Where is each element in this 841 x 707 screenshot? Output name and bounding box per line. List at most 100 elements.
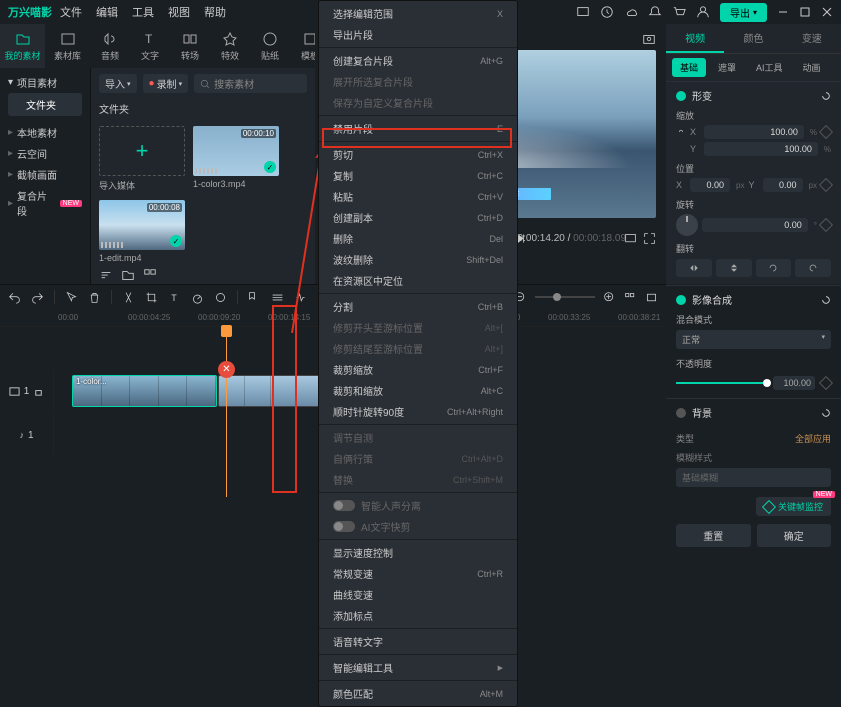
redo-icon[interactable] <box>31 291 44 304</box>
kf-icon[interactable] <box>819 376 833 390</box>
ctx-ripple-delete[interactable]: 波纹删除Shift+Del <box>319 249 517 270</box>
scale-y-input[interactable]: 100.00 <box>704 142 818 156</box>
pos-y-input[interactable]: 0.00 <box>763 178 803 192</box>
media-add[interactable]: + 导入媒体 <box>99 126 185 192</box>
import-dropdown[interactable]: 导入 ▾ <box>99 74 137 93</box>
ctx-smart-edit[interactable]: 智能编辑工具 <box>319 657 517 678</box>
fullscreen-icon[interactable] <box>643 232 656 245</box>
ctx-color-match[interactable]: 颜色匹配Alt+M <box>319 683 517 704</box>
media-item[interactable]: 00:00:08✓ 1-edit.mp4 <box>99 200 185 263</box>
track-icon[interactable] <box>271 291 284 304</box>
folder-add-icon[interactable] <box>121 268 135 282</box>
cat-project-assets[interactable]: ▾项目素材 <box>8 72 82 93</box>
opacity-value[interactable]: 100.00 <box>773 376 815 390</box>
rotate-ccw-button[interactable] <box>756 259 792 277</box>
maximize-button[interactable] <box>799 6 811 18</box>
apply-all[interactable]: 全部应用 <box>795 432 831 445</box>
marker-icon[interactable] <box>248 291 261 304</box>
cat-local[interactable]: ▸本地素材 <box>8 122 82 143</box>
ctx-cut[interactable]: 剪切Ctrl+X <box>319 144 517 165</box>
timeline-clip[interactable]: 1-color... <box>72 375 217 407</box>
zoom-slider[interactable] <box>535 296 595 298</box>
rotation-input[interactable]: 0.00 <box>702 218 808 232</box>
search-input[interactable]: 搜索素材 <box>194 74 307 93</box>
tab-stock[interactable]: 素材库 <box>45 24 90 68</box>
audio-track-head[interactable]: ♪ 1 <box>0 415 54 455</box>
fit-icon[interactable] <box>645 291 658 304</box>
audio-track-icon[interactable] <box>294 291 307 304</box>
sort-icon[interactable] <box>99 268 113 282</box>
ctx-reveal[interactable]: 在资源区中定位 <box>319 270 517 291</box>
device-icon[interactable] <box>576 5 590 19</box>
ctx-crop[interactable]: 裁剪缩放Ctrl+F <box>319 359 517 380</box>
ctx-uniform-speed[interactable]: 常规变速Ctrl+R <box>319 563 517 584</box>
ctx-create-compound[interactable]: 创建复合片段Alt+G <box>319 50 517 71</box>
kf-icon[interactable] <box>819 125 833 139</box>
menu-help[interactable]: 帮助 <box>204 4 226 20</box>
menu-view[interactable]: 视图 <box>168 4 190 20</box>
props-tab-color[interactable]: 颜色 <box>724 24 782 53</box>
flip-h-button[interactable] <box>676 259 712 277</box>
bg-toggle[interactable] <box>676 408 686 418</box>
reset-icon[interactable] <box>821 408 831 418</box>
transform-toggle[interactable] <box>676 91 686 101</box>
close-button[interactable] <box>821 6 833 18</box>
menu-tools[interactable]: 工具 <box>132 4 154 20</box>
snapshot-icon[interactable] <box>642 32 656 46</box>
ctx-paste[interactable]: 粘贴Ctrl+V <box>319 186 517 207</box>
pos-x-input[interactable]: 0.00 <box>690 178 730 192</box>
props-tab-video[interactable]: 视频 <box>666 24 724 53</box>
fuzzy-select[interactable]: 基础模糊 <box>676 468 831 487</box>
subtab-mask[interactable]: 遮罩 <box>710 58 744 77</box>
pointer-icon[interactable] <box>65 291 78 304</box>
composite-toggle[interactable] <box>676 295 686 305</box>
grid-icon[interactable] <box>143 268 157 282</box>
record-dropdown[interactable]: ● 录制 ▾ <box>143 74 189 93</box>
flip-v-button[interactable] <box>716 259 752 277</box>
props-tab-speed[interactable]: 变速 <box>783 24 841 53</box>
notify-icon[interactable] <box>648 5 662 19</box>
split-icon[interactable] <box>122 291 135 304</box>
ctx-show-speed[interactable]: 显示速度控制 <box>319 542 517 563</box>
kf-icon[interactable] <box>819 178 833 192</box>
ctx-export-clip[interactable]: 导出片段 <box>319 24 517 45</box>
tab-my-media[interactable]: 我的素材 <box>0 24 45 68</box>
reset-button[interactable]: 重置 <box>676 524 751 547</box>
zoom-in-icon[interactable] <box>603 291 616 304</box>
user-icon[interactable] <box>696 5 710 19</box>
color-icon[interactable] <box>214 291 227 304</box>
cart-icon[interactable] <box>672 5 686 19</box>
crop-icon[interactable] <box>145 291 158 304</box>
ctx-rotate90[interactable]: 顺时针旋转90度Ctrl+Alt+Right <box>319 401 517 422</box>
ctx-select-range[interactable]: 选择编辑范围X <box>319 3 517 24</box>
cat-cloud[interactable]: ▸云空间 <box>8 143 82 164</box>
ctx-stt[interactable]: 语音转文字 <box>319 631 517 652</box>
pip-icon[interactable] <box>624 232 637 245</box>
cat-screenshot[interactable]: ▸截帧画面 <box>8 164 82 185</box>
ctx-crop-zoom[interactable]: 裁剪和缩放Alt+C <box>319 380 517 401</box>
playhead[interactable]: ✕ <box>226 327 227 497</box>
confirm-button[interactable]: 确定 <box>757 524 832 547</box>
blend-mode-select[interactable]: 正常▾ <box>676 330 831 349</box>
subtab-basic[interactable]: 基础 <box>672 58 706 77</box>
reset-icon[interactable] <box>821 295 831 305</box>
subtab-anim[interactable]: 动画 <box>795 58 829 77</box>
tab-effects[interactable]: 特效 <box>210 24 250 68</box>
playhead-close-icon[interactable]: ✕ <box>218 361 235 378</box>
link-icon[interactable] <box>676 127 686 137</box>
ctx-disable[interactable]: 禁用片段E <box>319 118 517 139</box>
ctx-split[interactable]: 分割Ctrl+B <box>319 296 517 317</box>
undo-icon[interactable] <box>8 291 21 304</box>
ctx-curve-speed[interactable]: 曲线变速 <box>319 584 517 605</box>
tab-stickers[interactable]: 贴纸 <box>250 24 290 68</box>
menu-file[interactable]: 文件 <box>60 4 82 20</box>
opacity-slider[interactable] <box>676 382 767 384</box>
ctx-dup[interactable]: 创建副本Ctrl+D <box>319 207 517 228</box>
cloud-icon[interactable] <box>624 5 638 19</box>
timeline-clip[interactable] <box>218 375 323 407</box>
video-track-head[interactable]: 1 <box>0 371 54 411</box>
ctx-copy[interactable]: 复制Ctrl+C <box>319 165 517 186</box>
tab-text[interactable]: T文字 <box>130 24 170 68</box>
rotation-dial[interactable] <box>676 214 698 236</box>
ctx-add-marker[interactable]: 添加标点 <box>319 605 517 626</box>
